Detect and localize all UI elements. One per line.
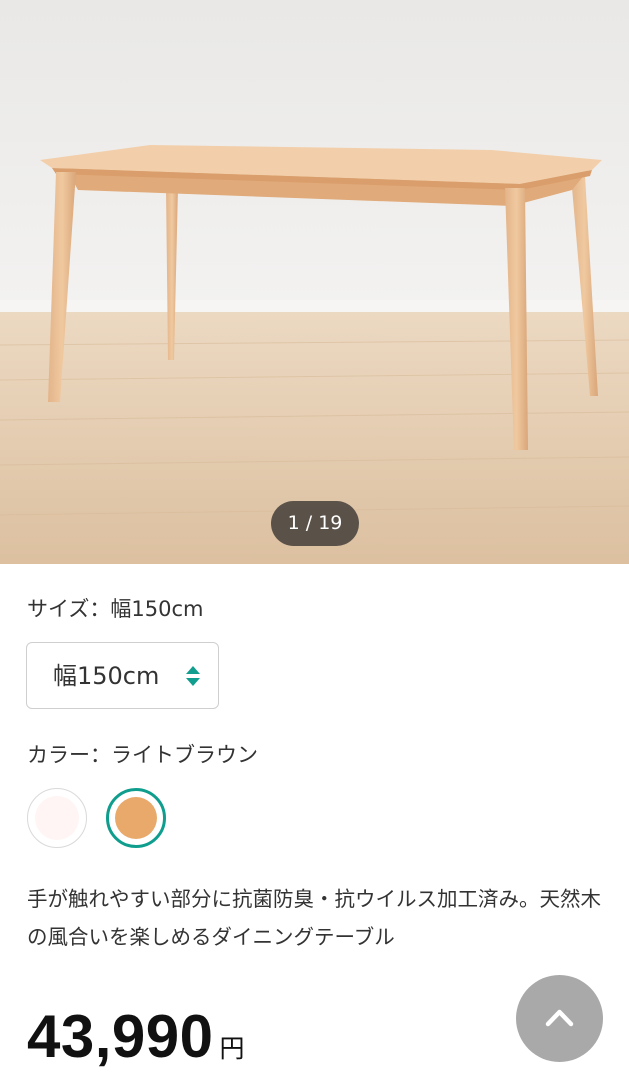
price-value: 43,990 bbox=[27, 1003, 214, 1070]
product-image[interactable]: 1 / 19 bbox=[0, 0, 629, 564]
price-unit: 円 bbox=[219, 1034, 245, 1063]
product-description: 手が触れやすい部分に抗菌防臭・抗ウイルス加工済み。天然木の風合いを楽しめるダイニ… bbox=[27, 887, 601, 949]
color-swatch-white[interactable] bbox=[27, 788, 87, 848]
size-select[interactable]: 幅150cm bbox=[26, 642, 219, 709]
price: 43,990 円 bbox=[27, 1002, 245, 1071]
color-label: カラー：ライトブラウン bbox=[27, 743, 258, 767]
image-counter: 1 / 19 bbox=[271, 501, 359, 546]
scroll-top-button[interactable] bbox=[516, 975, 603, 1062]
updown-arrows-icon bbox=[185, 664, 201, 692]
table-photo bbox=[0, 0, 629, 564]
color-swatch-light-brown[interactable] bbox=[106, 788, 166, 848]
chevron-up-icon bbox=[545, 1009, 574, 1027]
swatch-fill-white bbox=[35, 796, 79, 840]
size-label: サイズ：幅150cm bbox=[27, 597, 204, 621]
swatch-fill-light-brown bbox=[115, 797, 157, 839]
size-select-value: 幅150cm bbox=[53, 662, 160, 690]
